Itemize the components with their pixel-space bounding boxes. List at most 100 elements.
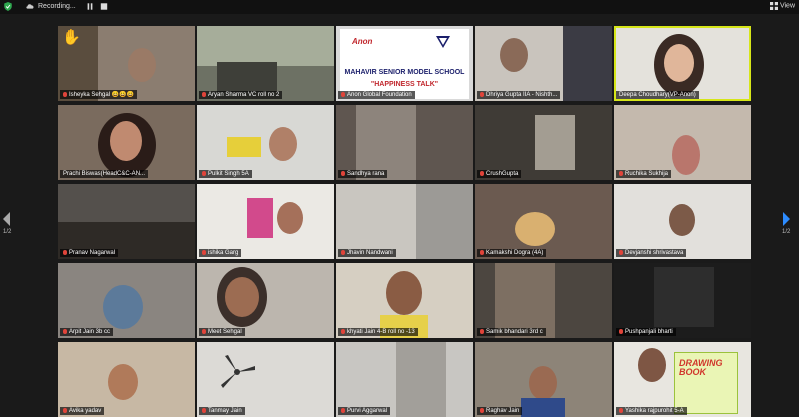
participant-tile[interactable]: Aryan Sharma VC roll no 2 bbox=[197, 26, 334, 101]
participant-name: Tanmay Jain bbox=[199, 407, 245, 415]
stop-recording-button[interactable] bbox=[100, 2, 108, 11]
participant-tile[interactable]: Kamakshi Dogra (4A) bbox=[475, 184, 612, 259]
muted-mic-icon bbox=[202, 250, 206, 255]
participant-tile[interactable]: Avika yadav bbox=[58, 342, 195, 417]
participant-tile[interactable]: Jhavin Nandwani bbox=[336, 184, 473, 259]
participant-tile[interactable]: Arpit Jain 3b cc bbox=[58, 263, 195, 338]
chevron-left-icon bbox=[3, 212, 11, 226]
room-background bbox=[247, 198, 273, 238]
next-page-button[interactable]: 1/2 bbox=[782, 212, 790, 235]
participant-name: Samik bhandari 3rd c bbox=[477, 328, 546, 336]
muted-mic-icon bbox=[480, 329, 484, 334]
participant-name: khyati Jain 4-B roll no -13 bbox=[338, 328, 418, 336]
event-title: "HAPPINESS TALK" bbox=[370, 81, 439, 88]
muted-mic-icon bbox=[619, 250, 623, 255]
participant-name: Sandhya rana bbox=[338, 170, 388, 178]
muted-mic-icon bbox=[202, 171, 206, 176]
participant-tile[interactable]: khyati Jain 4-B roll no -13 bbox=[336, 263, 473, 338]
room-background bbox=[336, 184, 416, 259]
participant-video bbox=[269, 127, 297, 161]
participant-tile[interactable]: CrushGupta bbox=[475, 105, 612, 180]
participant-name: Pushpanjali bharti bbox=[616, 328, 676, 336]
muted-mic-icon bbox=[63, 92, 67, 97]
participant-video bbox=[500, 38, 528, 72]
participant-video bbox=[110, 121, 142, 161]
participant-tile[interactable]: Samik bhandari 3rd c bbox=[475, 263, 612, 338]
participant-tile[interactable]: Tanmay Jain bbox=[197, 342, 334, 417]
participant-name: Jhavin Nandwani bbox=[338, 249, 396, 257]
participant-video bbox=[225, 277, 259, 317]
room-background bbox=[227, 137, 261, 157]
participant-tile[interactable]: Sandhya rana bbox=[336, 105, 473, 180]
participant-tile[interactable]: Devjanshi shrivastava bbox=[614, 184, 751, 259]
muted-mic-icon bbox=[202, 329, 206, 334]
brand-logo: Anon bbox=[352, 37, 373, 46]
participant-tile[interactable]: Prachi Biswas(HeadC&C-AN... bbox=[58, 105, 195, 180]
participant-video bbox=[672, 135, 700, 175]
participant-tile[interactable]: Pushpanjali bharti bbox=[614, 263, 751, 338]
muted-mic-icon bbox=[341, 92, 345, 97]
participant-name: Deepa Choudhary(VP-Anon) bbox=[616, 91, 699, 99]
participant-name: Yashika rajpurohit 5-A bbox=[616, 407, 687, 415]
room-background bbox=[535, 115, 575, 170]
muted-mic-icon bbox=[480, 171, 484, 176]
participant-name: Meet Sehgal bbox=[199, 328, 245, 336]
muted-mic-icon bbox=[63, 408, 67, 413]
participant-name: ishika Garg bbox=[199, 249, 242, 257]
page-indicator: 1/2 bbox=[3, 229, 12, 235]
muted-mic-icon bbox=[341, 408, 345, 413]
participant-video bbox=[103, 285, 143, 329]
participant-video bbox=[515, 212, 555, 246]
shield-icon[interactable] bbox=[4, 2, 12, 11]
view-menu-button[interactable]: View bbox=[770, 2, 795, 10]
participant-tile[interactable]: Pulkit Singh 5A bbox=[197, 105, 334, 180]
participant-name: Pranav Nagarwal bbox=[60, 249, 119, 257]
muted-mic-icon bbox=[202, 408, 206, 413]
participant-tile[interactable]: Meet Sehgal bbox=[197, 263, 334, 338]
recording-icon bbox=[26, 4, 34, 9]
participant-tile[interactable]: Anon MAHAVIR SENIOR MODEL SCHOOL "HAPPIN… bbox=[336, 26, 473, 101]
room-background bbox=[521, 398, 565, 417]
muted-mic-icon bbox=[480, 250, 484, 255]
room-background bbox=[197, 26, 334, 66]
participant-video bbox=[108, 364, 138, 400]
muted-mic-icon bbox=[341, 250, 345, 255]
muted-mic-icon bbox=[619, 171, 623, 176]
participant-tile[interactable]: ✋ Isheyka Sehgal 😀😀😀 bbox=[58, 26, 195, 101]
drawing-book-title: DRAWING BOOK bbox=[679, 358, 723, 377]
participant-tile[interactable]: Purvi Aggarwal bbox=[336, 342, 473, 417]
participant-video bbox=[277, 202, 303, 234]
room-background bbox=[654, 267, 714, 327]
participant-name: Isheyka Sehgal 😀😀😀 bbox=[60, 90, 138, 99]
participant-tile[interactable]: DRAWING BOOK Yashika rajpurohit 5-A bbox=[614, 342, 751, 417]
muted-mic-icon bbox=[619, 408, 623, 413]
pause-recording-button[interactable] bbox=[86, 2, 94, 11]
room-background bbox=[217, 62, 277, 92]
previous-page-button[interactable]: 1/2 bbox=[3, 212, 11, 235]
muted-mic-icon bbox=[63, 250, 67, 255]
participant-name: Pulkit Singh 5A bbox=[199, 170, 252, 178]
participant-video bbox=[638, 348, 666, 382]
participant-tile[interactable]: Deepa Choudhary(VP-Anon) bbox=[614, 26, 751, 101]
participant-tile[interactable]: Pranav Nagarwal bbox=[58, 184, 195, 259]
meeting-topbar: Recording... View bbox=[0, 0, 799, 14]
participant-name: Aryan Sharma VC roll no 2 bbox=[199, 91, 283, 99]
gallery-grid: ✋ Isheyka Sehgal 😀😀😀 Aryan Sharma VC rol… bbox=[58, 26, 751, 417]
participant-name: Devjanshi shrivastava bbox=[616, 249, 687, 257]
participant-video bbox=[669, 204, 695, 236]
muted-mic-icon bbox=[480, 92, 484, 97]
page-indicator: 1/2 bbox=[782, 229, 791, 235]
participant-video bbox=[128, 48, 156, 82]
muted-mic-icon bbox=[202, 92, 206, 97]
participant-tile[interactable]: Dhriya Gupta IIA - Nishth... bbox=[475, 26, 612, 101]
ceiling-fan-icon bbox=[221, 355, 255, 388]
school-emblem-icon bbox=[436, 36, 450, 48]
participant-name: CrushGupta bbox=[477, 170, 522, 178]
drawing-book: DRAWING BOOK bbox=[674, 352, 738, 414]
participant-tile[interactable]: Raghav Jain bbox=[475, 342, 612, 417]
muted-mic-icon bbox=[619, 329, 623, 334]
participant-tile[interactable]: ishika Garg bbox=[197, 184, 334, 259]
participant-tile[interactable]: Ruchika Sukhija bbox=[614, 105, 751, 180]
participant-name: Prachi Biswas(HeadC&C-AN... bbox=[60, 170, 149, 178]
participant-video bbox=[664, 44, 694, 82]
